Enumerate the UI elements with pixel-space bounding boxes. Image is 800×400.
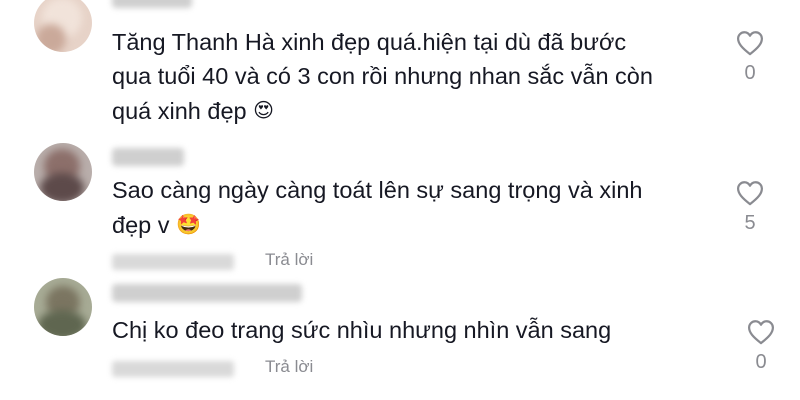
username[interactable] xyxy=(112,284,302,302)
avatar[interactable] xyxy=(34,0,92,52)
comment-line: Tăng Thanh Hà xinh đẹp quá.hiện tại dù đ… xyxy=(112,29,627,55)
like-button[interactable]: 5 xyxy=(730,180,770,235)
comment-line-wrap: đẹp v 🤩 xyxy=(112,207,642,242)
username[interactable] xyxy=(112,148,184,166)
comment-text: Chị ko đeo trang sức nhìu nhưng nhìn vẫn… xyxy=(112,313,611,347)
comment-line: đẹp v xyxy=(112,212,170,238)
comment-line: quá xinh đẹp xyxy=(112,98,247,124)
timestamp xyxy=(112,361,234,377)
like-count: 0 xyxy=(744,62,756,84)
like-button[interactable]: 0 xyxy=(741,319,781,374)
like-count: 0 xyxy=(755,351,767,373)
heart-outline-icon xyxy=(736,181,764,206)
comment-line-wrap: quá xinh đẹp 😍 xyxy=(112,93,653,128)
comment-line: qua tuổi 40 và có 3 con rồi nhưng nhan s… xyxy=(112,63,653,89)
comment-text: Sao càng ngày càng toát lên sự sang trọn… xyxy=(112,173,642,242)
heart-outline-icon xyxy=(747,320,775,345)
reply-button[interactable]: Trả lời xyxy=(265,250,313,270)
reply-button[interactable]: Trả lời xyxy=(265,357,313,377)
comment-text: Tăng Thanh Hà xinh đẹp quá.hiện tại dù đ… xyxy=(112,25,653,128)
comment-line: Sao càng ngày càng toát lên sự sang trọn… xyxy=(112,177,643,203)
timestamp xyxy=(112,254,234,270)
heart-eyes-emoji-icon: 😍 xyxy=(253,98,274,122)
star-struck-emoji-icon: 🤩 xyxy=(176,212,201,236)
like-button[interactable]: 0 xyxy=(730,30,770,85)
comment-line: Chị ko đeo trang sức nhìu nhưng nhìn vẫn… xyxy=(112,317,612,343)
avatar[interactable] xyxy=(34,143,92,201)
username[interactable] xyxy=(112,0,192,8)
like-count: 5 xyxy=(744,212,756,234)
avatar[interactable] xyxy=(34,278,92,336)
heart-outline-icon xyxy=(736,31,764,56)
